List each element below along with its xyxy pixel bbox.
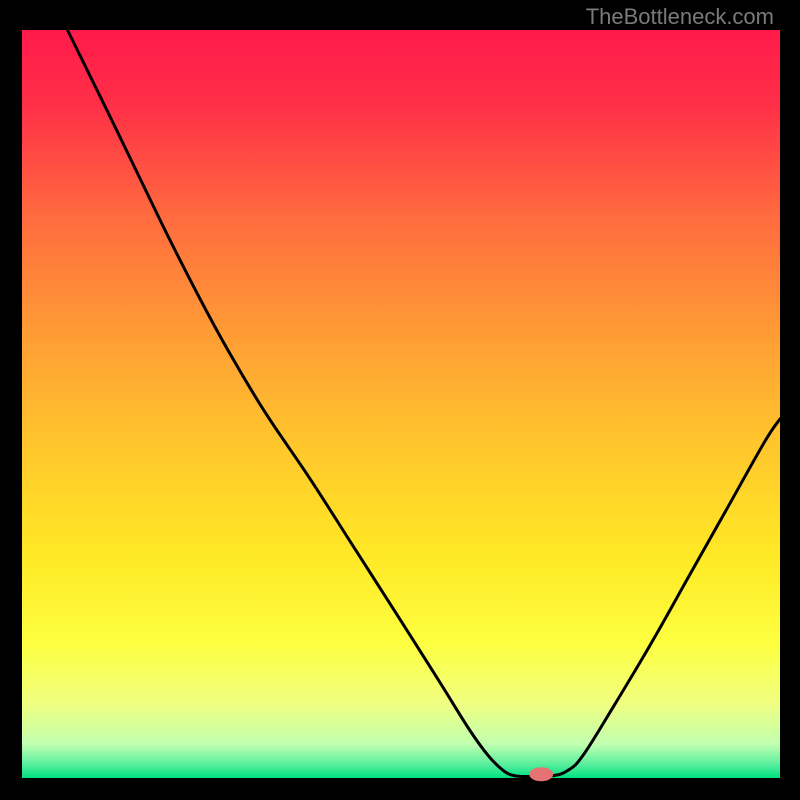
chart-gradient-bg [22, 30, 780, 778]
bottleneck-chart [0, 0, 800, 800]
optimal-point-marker [529, 767, 553, 781]
watermark-text: TheBottleneck.com [586, 4, 774, 30]
chart-container: TheBottleneck.com [0, 0, 800, 800]
